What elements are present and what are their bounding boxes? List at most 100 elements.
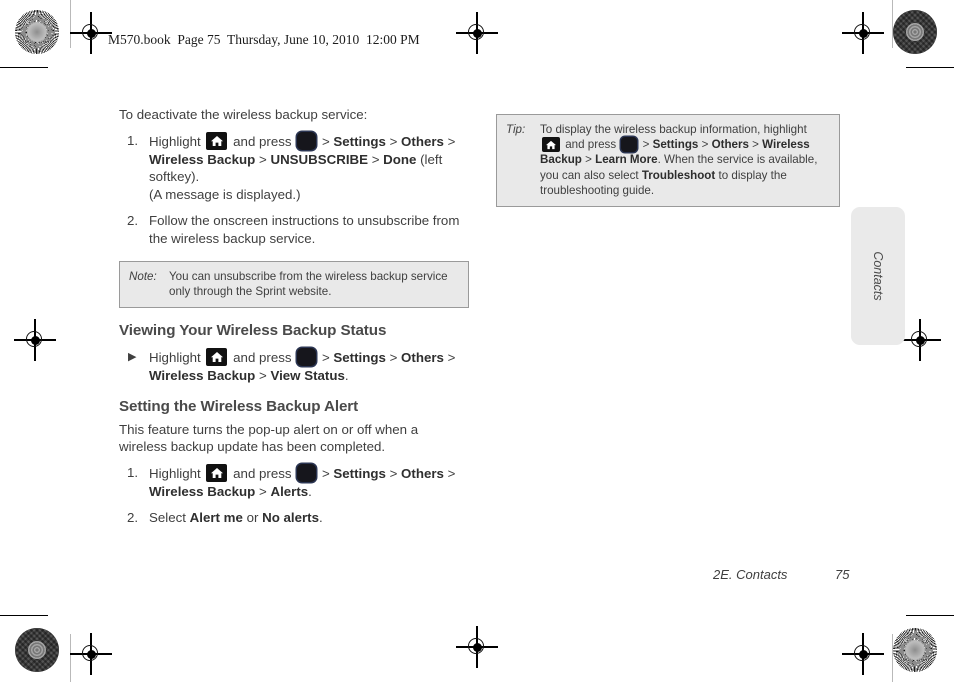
color-rosette-top-left — [15, 10, 59, 54]
sep: > — [443, 350, 456, 366]
step-text: Follow the onscreen instructions to unsu… — [149, 213, 460, 246]
step-tail: (left — [416, 151, 443, 167]
menu-others: Others — [401, 466, 444, 482]
registration-crosshair-left-middle — [14, 319, 56, 361]
menu-unsubscribe: UNSUBSCRIBE — [270, 151, 368, 167]
tip-label: Tip: — [506, 123, 526, 136]
trim-line-bottom-left-vertical — [70, 634, 72, 682]
registration-crosshair-top-center — [456, 12, 498, 54]
color-rosette-top-right — [893, 10, 937, 54]
step-text-mid: and press — [233, 466, 292, 482]
sep: > — [748, 138, 763, 152]
menu-troubleshoot: Troubleshoot — [641, 168, 716, 182]
step-alert-2: 2. Select Alert me or No alerts. — [119, 509, 469, 527]
sep: > — [385, 466, 402, 482]
registration-crosshair-top-left — [70, 12, 112, 54]
sep: > — [255, 151, 271, 167]
menu-settings: Settings — [333, 350, 386, 366]
heading-view-status: Viewing Your Wireless Backup Status — [119, 322, 387, 340]
footer-chapter-title: 2E. Contacts — [713, 567, 788, 582]
sep: > — [385, 350, 402, 366]
menu-settings: Settings — [333, 134, 386, 149]
trim-line-bottom-right-vertical — [892, 634, 894, 682]
note-label: Note: — [129, 270, 157, 283]
sep: > — [385, 134, 402, 149]
bullet-triangle-icon: ▶ — [128, 351, 137, 364]
step-line-softkey: softkey). — [149, 169, 200, 184]
menu-others: Others — [401, 134, 444, 149]
registration-crosshair-top-right — [842, 12, 884, 54]
menu-settings: Settings — [652, 138, 699, 152]
sep: > — [581, 153, 596, 167]
sep: > — [698, 138, 712, 152]
menu-wireless-backup: Wireless Backup — [149, 483, 256, 499]
ok-key-icon — [297, 348, 317, 367]
ok-key-icon — [297, 132, 317, 150]
color-rosette-bottom-right — [893, 628, 937, 672]
menu-learn-more: Learn More — [595, 153, 658, 167]
registration-crosshair-right-middle — [899, 319, 941, 361]
step-view-status: ▶ Highlight and press > Settings > Other… — [119, 348, 469, 384]
tip-segment-2: and press — [565, 138, 617, 152]
option-no-alerts: No alerts — [262, 510, 319, 526]
menu-view-status: View Status — [270, 367, 345, 383]
step-text-pre: Highlight — [149, 466, 201, 482]
step-deactivate-2: 2. Follow the onscreen instructions to u… — [119, 212, 469, 247]
menu-others: Others — [711, 138, 749, 152]
tip-callout: Tip: To display the wireless backup info… — [496, 114, 840, 208]
step-tail: . — [308, 483, 312, 499]
heading-backup-alert: Setting the Wireless Backup Alert — [119, 398, 359, 416]
registration-crosshair-bottom-center — [456, 626, 498, 668]
step-sep: > — [318, 134, 334, 149]
chapter-side-tab: Contacts — [851, 207, 905, 345]
sep: > — [368, 151, 384, 167]
note-callout: Note: You can unsubscribe from the wirel… — [119, 261, 469, 309]
trim-line-right-top-horizontal — [906, 67, 954, 69]
menu-wireless-backup: Wireless Backup — [149, 151, 256, 167]
right-content-column: Tip: To display the wireless backup info… — [496, 114, 840, 208]
step-text-mid: and press — [233, 350, 292, 366]
menu-wireless-backup: Wireless Backup — [149, 367, 256, 383]
sep: > — [639, 138, 653, 152]
step-text-pre: Select — [149, 510, 190, 526]
page-footer: 2E. Contacts 75 — [713, 567, 849, 582]
trim-line-top-left-vertical — [70, 0, 72, 48]
trim-line-right-bottom-horizontal — [906, 615, 954, 617]
menu-others: Others — [401, 350, 444, 366]
step-number: 2. — [127, 213, 139, 228]
step-alert-1: 1. Highlight and press > Settings > Othe… — [119, 464, 469, 500]
left-content-column: To deactivate the wireless backup servic… — [119, 106, 469, 527]
trim-line-left-bottom-horizontal — [0, 615, 48, 617]
sep: > — [318, 466, 334, 482]
home-key-icon — [206, 464, 228, 483]
tip-text: To display the wireless backup informati… — [540, 122, 830, 198]
step-text-pre: Highlight — [149, 350, 201, 366]
step-number: 1. — [127, 133, 139, 148]
sep: > — [255, 483, 271, 499]
footer-page-number: 75 — [835, 567, 850, 582]
registration-crosshair-bottom-left — [70, 633, 112, 675]
home-key-icon — [206, 348, 228, 367]
menu-done: Done — [383, 151, 417, 167]
trim-line-left-top-horizontal — [0, 67, 48, 69]
sep: > — [318, 350, 334, 366]
step-text-mid: and press — [233, 134, 292, 149]
note-text: You can unsubscribe from the wireless ba… — [169, 270, 448, 299]
option-alert-me: Alert me — [189, 510, 243, 526]
sep: > — [443, 466, 456, 482]
step-tail: . — [319, 510, 323, 526]
menu-settings: Settings — [333, 466, 386, 482]
color-rosette-bottom-left — [15, 628, 59, 672]
step-number: 1. — [127, 465, 139, 481]
registration-crosshair-bottom-right — [842, 633, 884, 675]
menu-alerts: Alerts — [270, 483, 309, 499]
step-line-message: (A message is displayed.) — [149, 186, 301, 202]
home-key-icon — [206, 132, 228, 150]
tip-segment-1: To display the wireless backup informati… — [540, 123, 807, 136]
step-text-pre: Highlight — [149, 134, 201, 149]
step-tail: . — [344, 367, 349, 383]
step-number: 2. — [127, 510, 139, 526]
sep: > — [443, 134, 456, 149]
side-tab-label: Contacts — [871, 251, 885, 301]
ok-key-icon — [297, 464, 317, 483]
